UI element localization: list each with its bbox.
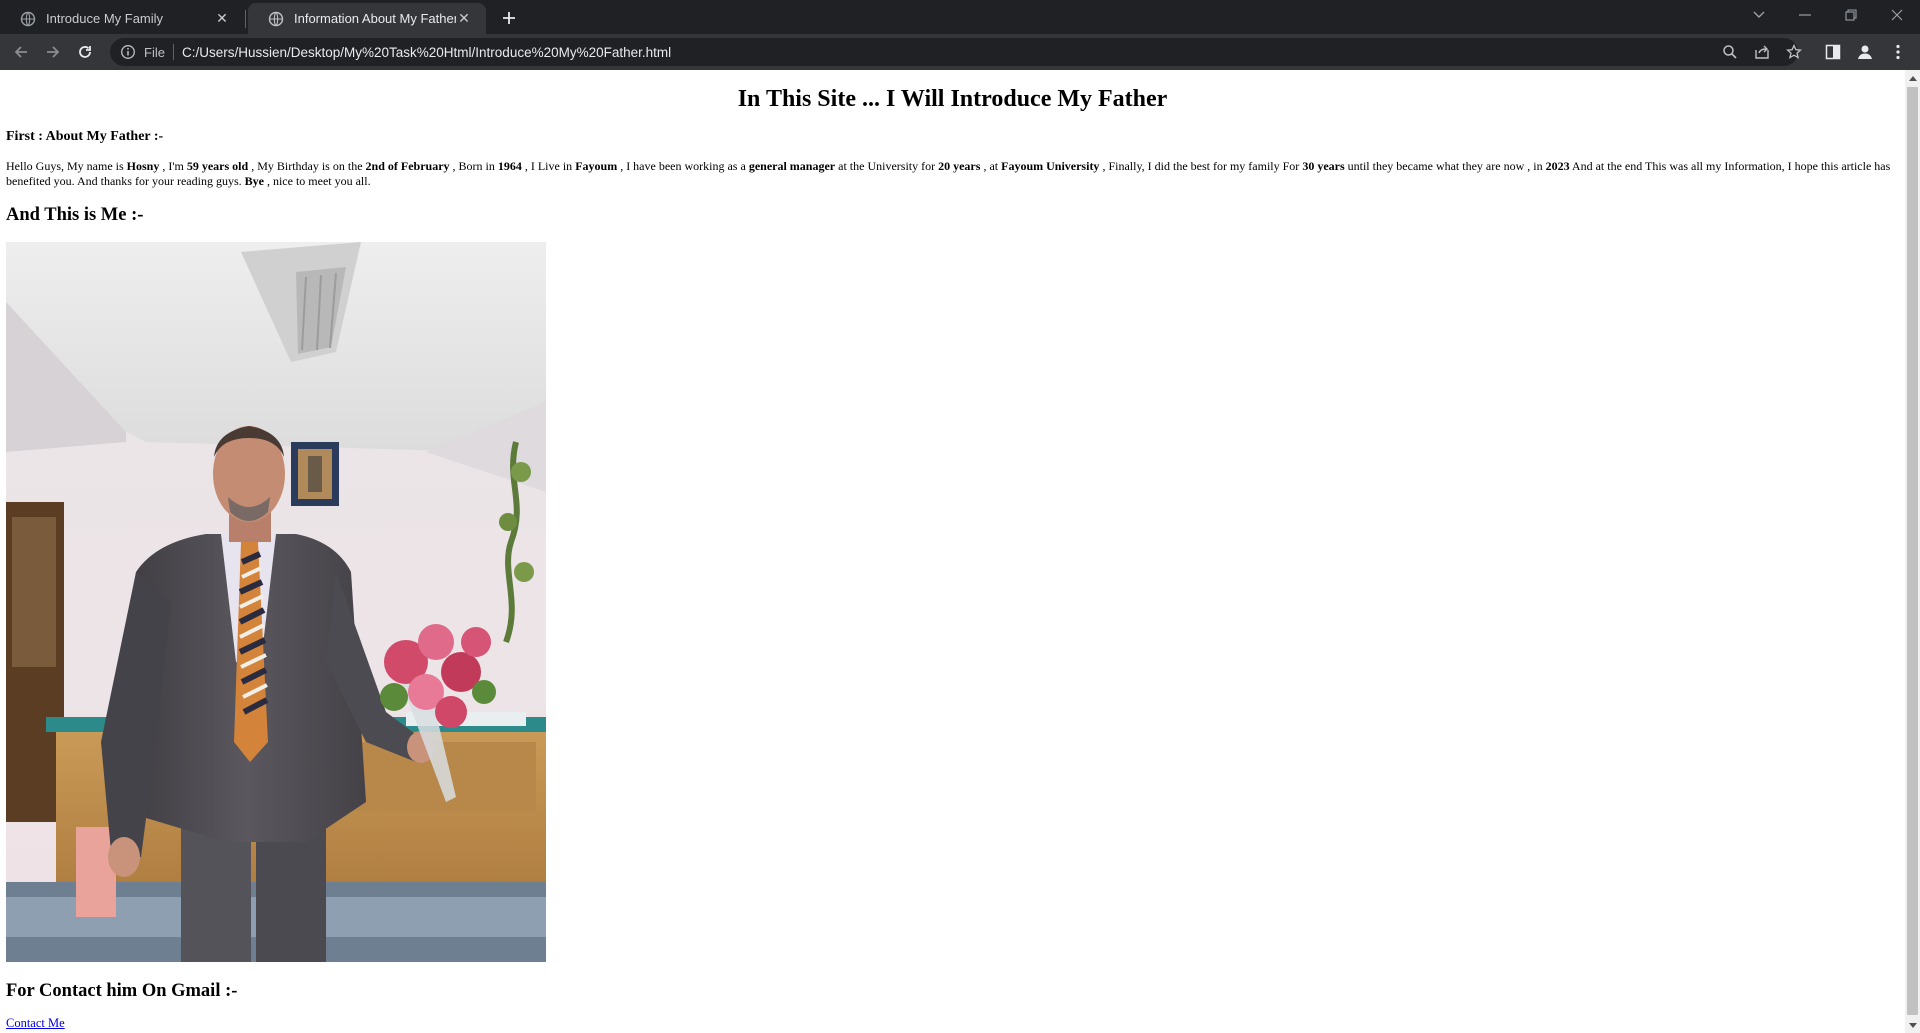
bio-city: Fayoum [575, 159, 618, 173]
bio-birthday: 2nd of February [365, 159, 450, 173]
me-heading: And This is Me :- [6, 205, 144, 225]
page-viewport: In This Site ... I Will Introduce My Fat… [0, 70, 1905, 1033]
father-photo-illustration [6, 242, 546, 962]
bio-name: Hosny [126, 159, 160, 173]
bio-job: general manager [748, 159, 836, 173]
bio-born: 1964 [497, 159, 522, 173]
scrollbar-thumb[interactable] [1907, 87, 1918, 1015]
globe-icon [268, 11, 284, 26]
scroll-down-icon[interactable] [1905, 1018, 1920, 1033]
star-icon[interactable] [1784, 42, 1804, 62]
father-photo [6, 242, 546, 962]
bio-work-years: 20 years [938, 159, 981, 173]
share-icon[interactable] [1752, 42, 1772, 62]
about-heading: First : About My Father :- [6, 129, 164, 144]
bio-age: 59 years old [186, 159, 249, 173]
info-icon[interactable] [120, 44, 136, 60]
profile-icon[interactable] [1855, 42, 1875, 62]
zoom-icon[interactable] [1720, 42, 1740, 62]
side-panel-icon[interactable] [1823, 42, 1843, 62]
scheme-label: File [144, 44, 165, 60]
bio-bye: Bye [244, 173, 264, 188]
browser-toolbar: File C:/Users/Hussien/Desktop/My%20Task%… [0, 34, 1920, 70]
bio-family-years: 30 years [1302, 159, 1345, 173]
page-scrollbar[interactable] [1905, 70, 1920, 1033]
tab-title: Information About My Father [294, 11, 456, 26]
scroll-up-icon[interactable] [1905, 70, 1920, 85]
close-icon[interactable]: ✕ [456, 10, 472, 27]
tab-title: Introduce My Family [46, 11, 164, 26]
close-window-icon[interactable] [1884, 4, 1910, 26]
bio-university: Fayoum University [1001, 159, 1100, 173]
menu-icon[interactable] [1888, 42, 1908, 62]
reload-icon[interactable] [73, 40, 97, 64]
url-text[interactable]: C:/Users/Hussien/Desktop/My%20Task%20Htm… [182, 45, 671, 60]
new-tab-icon[interactable] [498, 7, 520, 29]
globe-icon [20, 11, 36, 26]
tab-introduce-my-family[interactable]: Introduce My Family ✕ [0, 3, 244, 34]
contact-me-link[interactable]: Contact Me [6, 1016, 65, 1031]
bio-paragraph: Hello Guys, My name is Hosny , I'm 59 ye… [6, 159, 1891, 188]
forward-icon[interactable] [41, 40, 65, 64]
address-bar[interactable]: File C:/Users/Hussien/Desktop/My%20Task%… [110, 38, 1798, 66]
close-icon[interactable]: ✕ [214, 10, 230, 27]
bio-year: 2023 [1545, 159, 1570, 173]
page-title: In This Site ... I Will Introduce My Fat… [737, 86, 1168, 112]
restore-icon[interactable] [1838, 4, 1864, 26]
chevron-down-icon[interactable] [1746, 4, 1772, 26]
back-icon[interactable] [9, 40, 33, 64]
tab-information-about-my-father[interactable]: Information About My Father ✕ [248, 3, 486, 34]
tab-strip: Introduce My Family ✕ Information About … [0, 0, 1920, 34]
contact-heading: For Contact him On Gmail :- [6, 981, 238, 1001]
tab-divider [245, 10, 246, 28]
minimize-icon[interactable] [1792, 4, 1818, 26]
omnibox-divider [172, 44, 174, 60]
